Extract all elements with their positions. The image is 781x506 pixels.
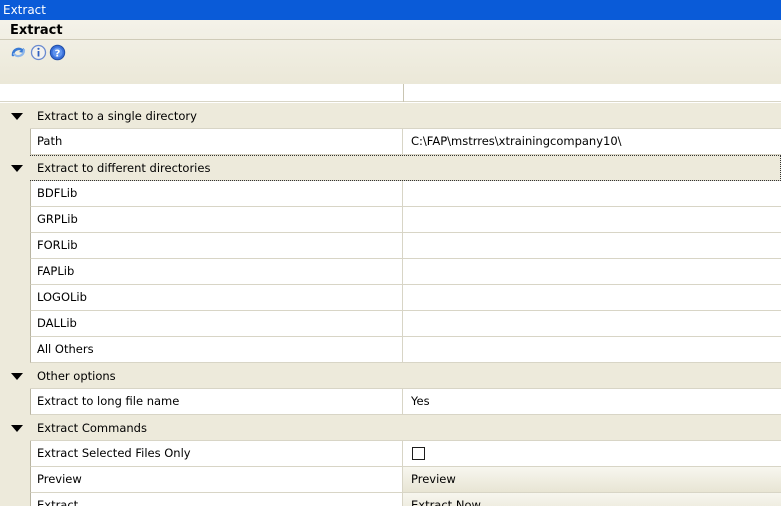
column-splitter[interactable] — [403, 84, 404, 102]
selected-files-checkbox[interactable] — [412, 447, 425, 460]
property-row[interactable]: Path C:\FAP\mstrres\xtrainingcompany10\ — [0, 129, 781, 155]
property-row[interactable]: Extract Selected Files Only — [0, 441, 781, 467]
property-name: Path — [30, 129, 403, 155]
grid-column-header — [0, 84, 781, 102]
property-grid: Extract to a single directory Path C:\FA… — [0, 84, 781, 506]
category-label: Other options — [37, 369, 116, 383]
property-name: FAPLib — [30, 259, 403, 285]
property-row[interactable]: LOGOLib — [0, 285, 781, 311]
property-row[interactable]: BDFLib — [0, 181, 781, 207]
svg-text:?: ? — [55, 48, 61, 59]
category-extract-different[interactable]: Extract to different directories — [0, 155, 781, 181]
collapse-triangle-icon[interactable] — [11, 165, 23, 172]
property-name: BDFLib — [30, 181, 403, 207]
property-row[interactable]: FAPLib — [0, 259, 781, 285]
logolib-value[interactable] — [403, 285, 781, 311]
help-icon[interactable]: ? — [49, 44, 66, 61]
preview-button[interactable]: Preview — [403, 467, 781, 493]
property-row[interactable]: All Others — [0, 337, 781, 363]
long-file-name-value[interactable]: Yes — [403, 389, 781, 415]
panel-header: Extract ? — [0, 20, 781, 84]
category-label: Extract to a single directory — [37, 109, 197, 123]
property-name: Extract — [30, 493, 403, 506]
property-row[interactable]: FORLib — [0, 233, 781, 259]
category-gutter — [0, 415, 30, 441]
window-title: Extract — [3, 3, 46, 17]
collapse-triangle-icon[interactable] — [11, 373, 23, 380]
extract-now-button[interactable]: Extract Now — [403, 493, 781, 506]
all-others-value[interactable] — [403, 337, 781, 363]
category-gutter — [0, 363, 30, 389]
panel-divider — [0, 39, 781, 40]
path-value[interactable]: C:\FAP\mstrres\xtrainingcompany10\ — [403, 129, 781, 155]
category-other-options[interactable]: Other options — [0, 363, 781, 389]
property-row[interactable]: Extract to long file name Yes — [0, 389, 781, 415]
property-name: GRPLib — [30, 207, 403, 233]
collapse-triangle-icon[interactable] — [11, 425, 23, 432]
property-name: All Others — [30, 337, 403, 363]
window-titlebar: Extract — [0, 0, 781, 20]
grplib-value[interactable] — [403, 207, 781, 233]
forlib-value[interactable] — [403, 233, 781, 259]
property-name: LOGOLib — [30, 285, 403, 311]
property-name: DALLib — [30, 311, 403, 337]
dallib-value[interactable] — [403, 311, 781, 337]
info-icon[interactable] — [30, 44, 47, 61]
category-gutter — [0, 103, 30, 129]
category-label: Extract to different directories — [37, 161, 211, 175]
property-name: Extract to long file name — [30, 389, 403, 415]
property-name: Preview — [30, 467, 403, 493]
category-extract-single[interactable]: Extract to a single directory — [0, 103, 781, 129]
property-row[interactable]: Preview Preview — [0, 467, 781, 493]
category-label: Extract Commands — [37, 421, 147, 435]
property-row[interactable]: DALLib — [0, 311, 781, 337]
property-row[interactable]: Extract Extract Now — [0, 493, 781, 506]
property-name: FORLib — [30, 233, 403, 259]
panel-title: Extract — [10, 23, 63, 38]
bdflib-value[interactable] — [403, 181, 781, 207]
collapse-triangle-icon[interactable] — [11, 113, 23, 120]
category-gutter — [0, 155, 30, 181]
selected-files-value — [403, 441, 781, 467]
refresh-icon[interactable] — [10, 44, 27, 61]
property-row[interactable]: GRPLib — [0, 207, 781, 233]
faplib-value[interactable] — [403, 259, 781, 285]
category-extract-commands[interactable]: Extract Commands — [0, 415, 781, 441]
property-name: Extract Selected Files Only — [30, 441, 403, 467]
